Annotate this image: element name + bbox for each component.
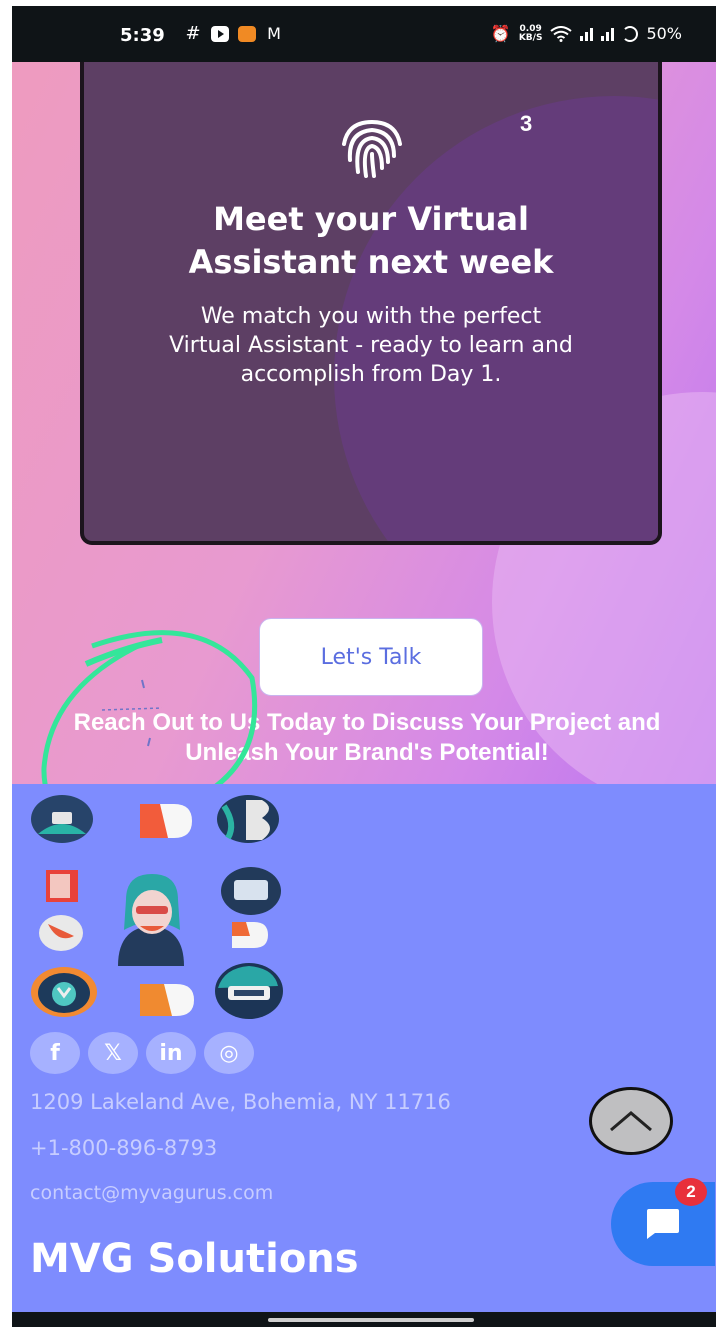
alarm-icon: ⏰: [490, 24, 511, 43]
step-card: 3 Meet your Virtual Assistant next week …: [80, 62, 662, 545]
home-gesture-pill[interactable]: [268, 1318, 474, 1322]
partner-logos: [30, 794, 290, 1019]
footer-phone[interactable]: +1-800-896-8793: [30, 1136, 217, 1160]
gmail-icon: M: [267, 24, 281, 43]
social-links: f 𝕏 in ◎: [30, 1032, 254, 1074]
logo-b-icon: [217, 795, 279, 843]
slack-icon: #: [185, 23, 201, 44]
scroll-to-top-button[interactable]: [589, 1087, 673, 1155]
hero-section: 3 Meet your Virtual Assistant next week …: [12, 62, 716, 784]
linkedin-icon[interactable]: in: [146, 1032, 196, 1074]
logo-small-shape-icon: [232, 922, 268, 948]
step-number: 3: [520, 111, 533, 136]
logo-shape-icon: [140, 804, 192, 838]
card-description: We match you with the perfect Virtual As…: [169, 304, 573, 387]
signal-icon-1: [580, 27, 594, 41]
battery-icon: [622, 25, 639, 42]
status-time: 5:39: [120, 25, 165, 46]
reach-out-text: Reach Out to Us Today to Discuss Your Pr…: [73, 709, 661, 766]
system-nav-bar: [12, 1312, 716, 1327]
wifi-icon: [550, 25, 573, 42]
footer-brand: MVG Solutions: [30, 1236, 359, 1282]
signal-icon-2: [601, 27, 615, 41]
chevron-up-icon: [610, 1111, 652, 1132]
footer-email[interactable]: contact@myvagurus.com: [30, 1182, 273, 1204]
logo-avatar-icon: [118, 874, 184, 966]
logo-dial-icon: [31, 967, 97, 1017]
facebook-icon[interactable]: f: [30, 1032, 80, 1074]
chat-bubble-icon: [647, 1209, 679, 1239]
x-icon[interactable]: 𝕏: [88, 1032, 138, 1074]
logo-badge-icon: [31, 795, 93, 843]
footer-address: 1209 Lakeland Ave, Bohemia, NY 11716: [30, 1090, 451, 1114]
net-unit: KB/S: [518, 32, 543, 43]
chat-badge: 2: [675, 1178, 707, 1206]
logo-screen-icon: [221, 867, 281, 915]
lets-talk-button[interactable]: Let's Talk: [259, 618, 483, 696]
battery-percent: 50%: [646, 24, 682, 43]
instagram-icon[interactable]: ◎: [204, 1032, 254, 1074]
app-notification-icon: [238, 26, 256, 42]
logo-shape-icon-2: [140, 984, 194, 1016]
youtube-icon: [211, 26, 229, 42]
logo-square-icon: [46, 870, 78, 902]
footer: f 𝕏 in ◎ 1209 Lakeland Ave, Bohemia, NY …: [12, 784, 716, 1312]
logo-virtual-icon: [215, 963, 283, 1019]
status-bar: 5:39 # M ⏰ 0.09 KB/S 50%: [12, 6, 716, 62]
logo-globe-icon: [39, 915, 83, 951]
card-title: Meet your Virtual Assistant next week: [188, 200, 554, 281]
fingerprint-icon: [342, 119, 402, 178]
